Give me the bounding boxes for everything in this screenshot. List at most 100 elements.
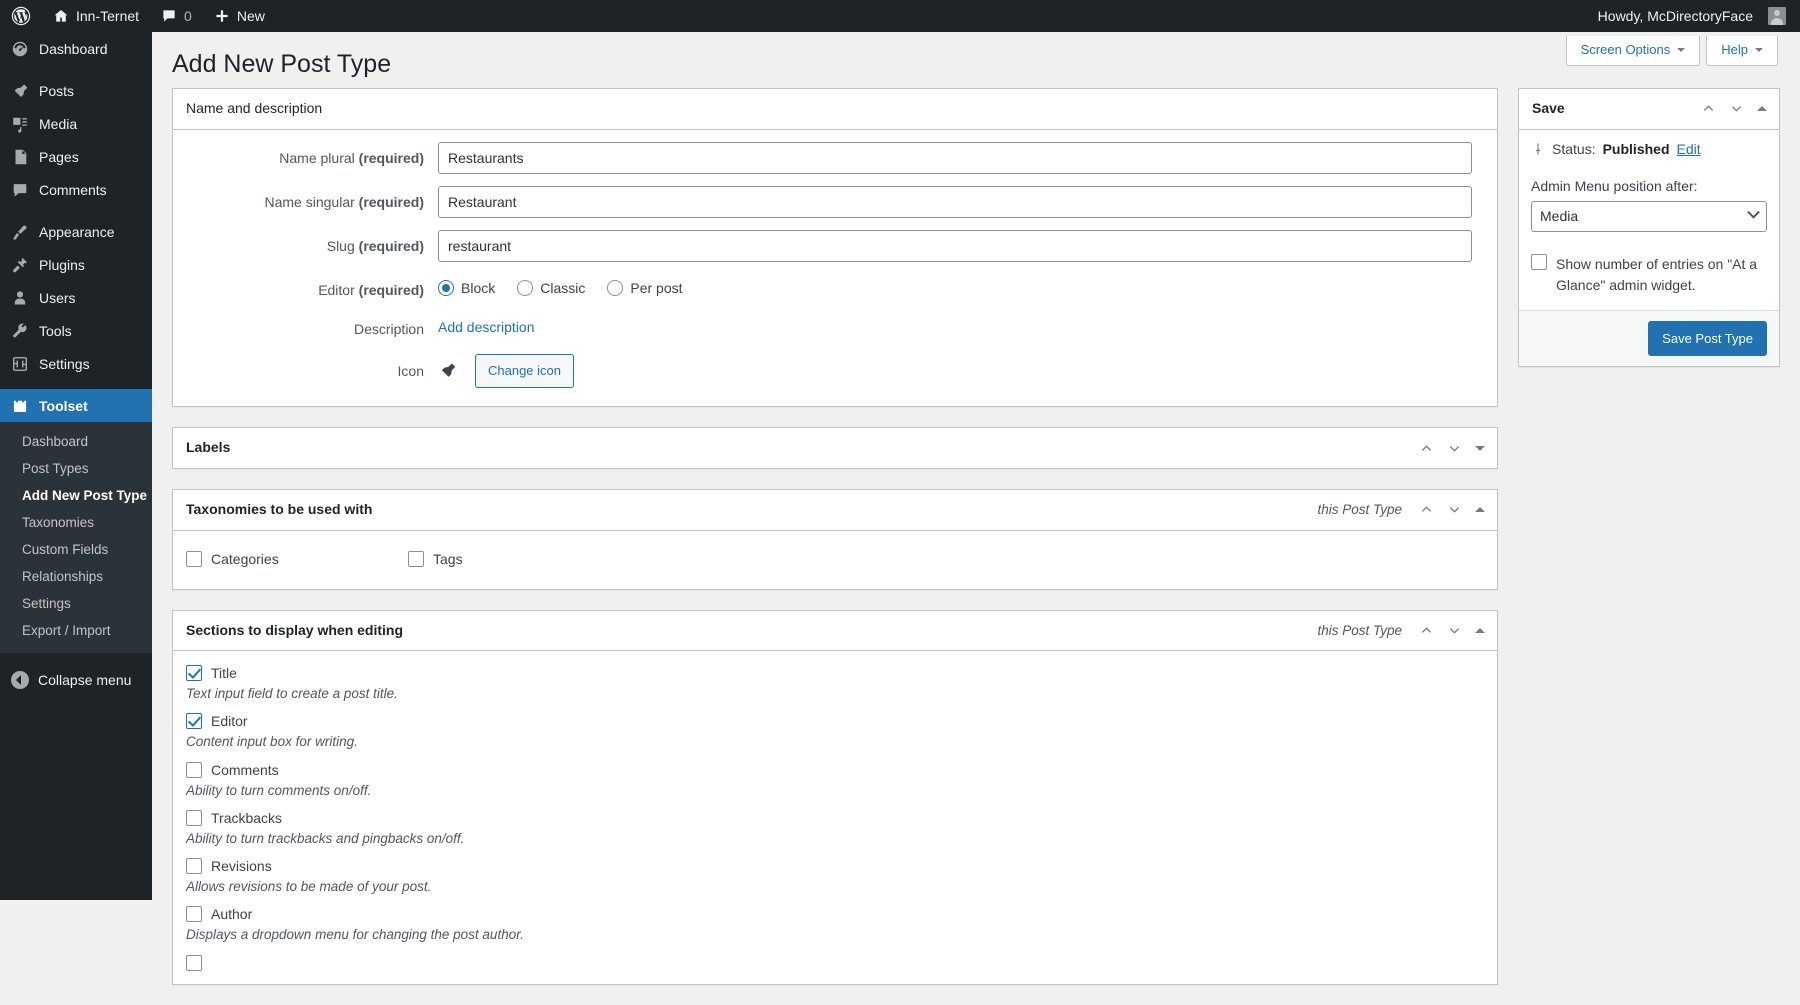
move-down-icon[interactable]: [1447, 623, 1462, 638]
panel-body: Categories Tags: [173, 531, 1497, 589]
sidebar-item-settings[interactable]: Settings: [0, 347, 152, 380]
wordpress-logo-icon[interactable]: [0, 0, 42, 32]
name-singular-input[interactable]: [438, 186, 1472, 218]
change-icon-button[interactable]: Change icon: [475, 354, 574, 389]
add-description-link[interactable]: Add description: [438, 313, 535, 335]
comments-count: 0: [184, 8, 192, 24]
name-plural-input[interactable]: [438, 142, 1472, 174]
sections-panel: Sections to display when editing this Po…: [172, 610, 1498, 985]
submenu-item-export-import[interactable]: Export / Import: [0, 617, 152, 644]
toggle-panel-icon[interactable]: [1475, 507, 1485, 512]
radio-indicator: [607, 280, 623, 296]
move-up-icon[interactable]: [1419, 502, 1434, 517]
sidebar-item-appearance[interactable]: Appearance: [0, 215, 152, 248]
site-name-menu[interactable]: Inn-Ternet: [42, 0, 150, 32]
panel-title: Save: [1532, 99, 1565, 119]
submenu-item-settings[interactable]: Settings: [0, 590, 152, 617]
panel-title: Sections to display when editing: [186, 621, 403, 641]
toggle-panel-icon[interactable]: [1757, 106, 1767, 111]
sidebar-item-posts[interactable]: Posts: [0, 74, 152, 107]
section-checkbox-next[interactable]: [186, 955, 1484, 971]
sidebar-item-media[interactable]: Media: [0, 107, 152, 140]
admin-menu-position-label: Admin Menu position after:: [1531, 178, 1767, 194]
checkbox-indicator: [1531, 254, 1547, 270]
toggle-panel-icon[interactable]: [1475, 628, 1485, 633]
taxonomy-checkbox-tags[interactable]: Tags: [408, 551, 630, 567]
screen-meta-links: Screen Options Help: [1566, 36, 1778, 66]
at-a-glance-checkbox[interactable]: Show number of entries on "At a Glance" …: [1531, 254, 1767, 296]
comment-bubble-icon: [161, 8, 177, 24]
main-column: Name and description Name plural (requir…: [172, 88, 1498, 1005]
name-and-description-panel: Name and description Name plural (requir…: [172, 88, 1498, 407]
submenu-item-add-new-post-type[interactable]: Add New Post Type: [0, 482, 152, 509]
plug-icon: [10, 255, 30, 275]
panel-title: Labels: [186, 438, 230, 458]
move-up-icon[interactable]: [1419, 441, 1434, 456]
screen-options-label: Screen Options: [1581, 42, 1671, 58]
slug-input[interactable]: [438, 230, 1472, 262]
status-row: Status: Published Edit: [1531, 141, 1767, 157]
new-content-menu[interactable]: New: [203, 0, 276, 32]
section-checkbox-editor[interactable]: Editor: [186, 713, 1484, 729]
screen-options-button[interactable]: Screen Options: [1566, 36, 1701, 66]
collapse-menu-button[interactable]: Collapse menu: [0, 663, 152, 697]
field-row-name-plural: Name plural (required): [186, 142, 1484, 174]
page-title: Add New Post Type: [172, 48, 391, 81]
editor-option-block[interactable]: Block: [438, 280, 495, 296]
submenu-item-post-types[interactable]: Post Types: [0, 455, 152, 482]
sidebar-item-comments[interactable]: Comments: [0, 173, 152, 206]
editor-option-per-post[interactable]: Per post: [607, 280, 682, 296]
section-checkbox-author[interactable]: Author: [186, 906, 1484, 922]
sidebar-item-pages[interactable]: Pages: [0, 140, 152, 173]
sidebar-item-tools[interactable]: Tools: [0, 314, 152, 347]
at-a-glance-label: Show number of entries on "At a Glance" …: [1556, 254, 1762, 296]
panel-header: Taxonomies to be used with this Post Typ…: [173, 490, 1497, 531]
editor-option-classic[interactable]: Classic: [517, 280, 585, 296]
checkbox-indicator: [186, 551, 202, 567]
admin-menu-position-select[interactable]: Media: [1531, 201, 1767, 232]
sections-checkbox-list: Title Text input field to create a post …: [186, 661, 1484, 971]
toggle-panel-icon[interactable]: [1475, 446, 1485, 451]
admin-menu-position-value: Media: [1540, 208, 1749, 224]
menu-separator: [0, 206, 152, 215]
admin-sidebar: Dashboard Posts Media Pages Comments App…: [0, 32, 152, 900]
sidebar-item-dashboard[interactable]: Dashboard: [0, 32, 152, 65]
submenu-item-custom-fields[interactable]: Custom Fields: [0, 536, 152, 563]
sidebar-item-users[interactable]: Users: [0, 281, 152, 314]
checkbox-indicator: [186, 810, 202, 826]
help-button[interactable]: Help: [1706, 36, 1778, 66]
move-down-icon[interactable]: [1447, 502, 1462, 517]
sidebar-item-label: Media: [39, 116, 77, 132]
submenu-item-relationships[interactable]: Relationships: [0, 563, 152, 590]
avatar: [1768, 7, 1786, 25]
move-up-icon[interactable]: [1419, 623, 1434, 638]
section-checkbox-title[interactable]: Title: [186, 665, 1484, 681]
section-checkbox-trackbacks[interactable]: Trackbacks: [186, 810, 1484, 826]
submenu-item-dashboard[interactable]: Dashboard: [0, 428, 152, 455]
section-checkbox-revisions[interactable]: Revisions: [186, 858, 1484, 874]
field-row-editor: Editor (required) Block Classic: [186, 274, 1484, 301]
field-row-description: Description Add description: [186, 313, 1484, 340]
submenu-item-taxonomies[interactable]: Taxonomies: [0, 509, 152, 536]
sidebar-item-plugins[interactable]: Plugins: [0, 248, 152, 281]
section-description: Content input box for writing.: [186, 732, 1484, 752]
side-column: Save Status: Published: [1518, 88, 1780, 387]
move-up-icon[interactable]: [1701, 101, 1716, 116]
save-post-type-button[interactable]: Save Post Type: [1648, 321, 1767, 357]
account-menu[interactable]: Howdy, McDirectoryFace: [1587, 0, 1800, 32]
comments-menu[interactable]: 0: [150, 0, 203, 32]
move-down-icon[interactable]: [1447, 441, 1462, 456]
move-down-icon[interactable]: [1729, 101, 1744, 116]
taxonomy-checkbox-categories[interactable]: Categories: [186, 551, 408, 567]
sidebar-item-label: Dashboard: [39, 41, 108, 57]
status-edit-link[interactable]: Edit: [1677, 141, 1701, 157]
panel-scope-label: this Post Type: [1317, 623, 1402, 638]
sidebar-item-toolset[interactable]: Toolset: [0, 389, 152, 422]
name-plural-label: Name plural (required): [186, 142, 438, 169]
panel-actions: this Post Type: [1317, 502, 1485, 517]
checkbox-indicator: [186, 762, 202, 778]
pin-icon: [438, 361, 457, 380]
name-singular-label: Name singular (required): [186, 186, 438, 213]
section-checkbox-comments[interactable]: Comments: [186, 762, 1484, 778]
menu-separator: [0, 380, 152, 389]
